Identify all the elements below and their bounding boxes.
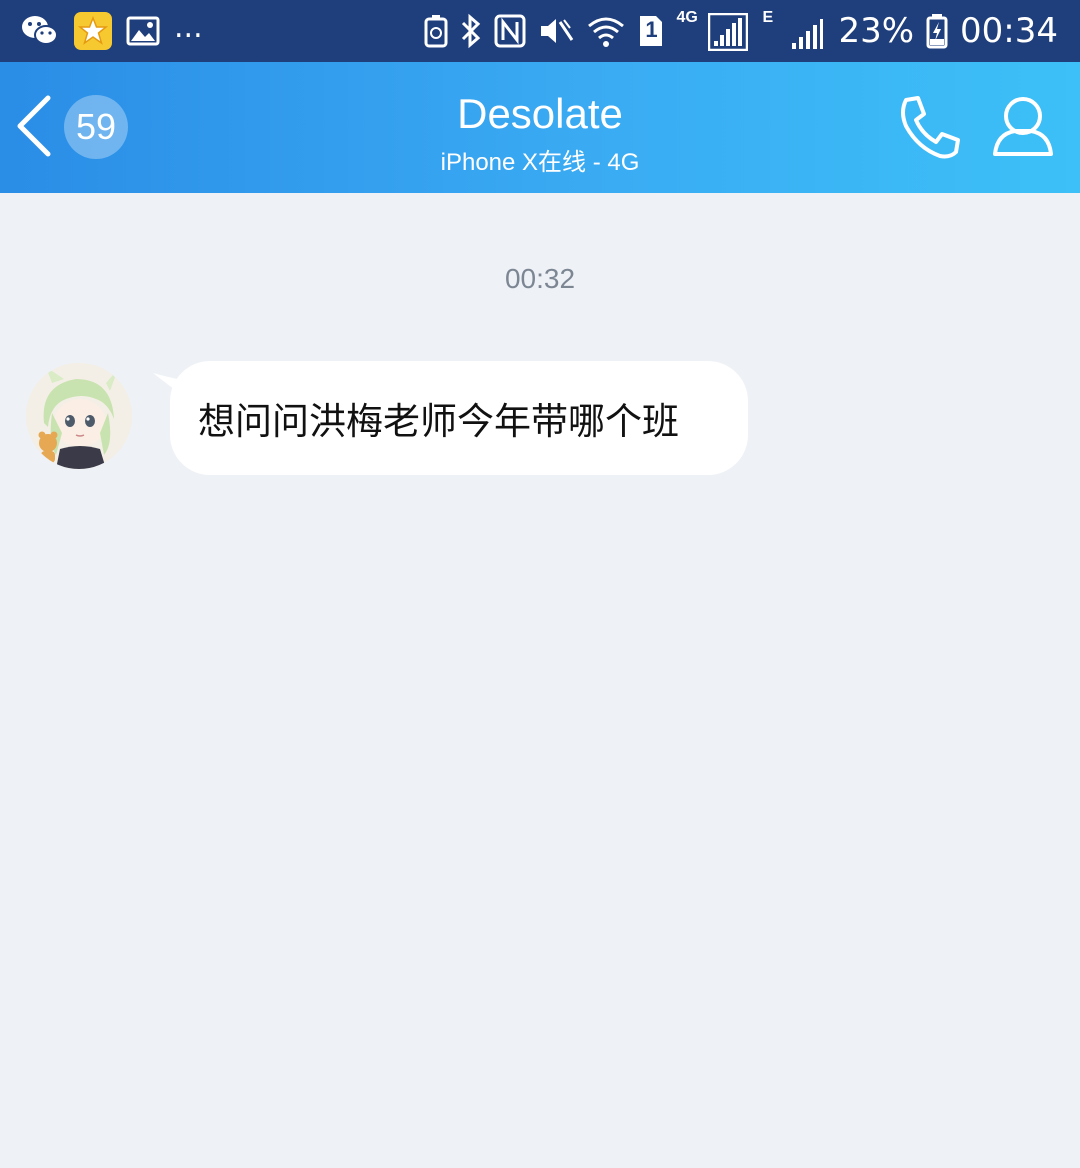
status-bar: ... 1 4G E 23% 00:34 <box>0 0 1080 62</box>
contact-status: iPhone X在线 - 4G <box>440 149 640 176</box>
phone-icon <box>892 96 968 170</box>
clock: 00:34 <box>960 11 1058 51</box>
status-bar-right: 1 4G E 23% 00:34 <box>424 8 1058 54</box>
message-timestamp: 00:32 <box>504 263 576 294</box>
message-text: 想问问洪梅老师今年带哪个班 <box>198 400 679 443</box>
status-bar-left: ... <box>20 10 203 52</box>
unread-count-badge: 59 <box>64 95 128 159</box>
sim-icon: 1 <box>638 14 664 48</box>
battery-charging-icon <box>926 13 948 49</box>
more-notifications-indicator: ... <box>174 9 203 45</box>
anime-girl-avatar[interactable] <box>26 363 132 469</box>
battery-saver-icon <box>424 14 448 48</box>
nfc-icon <box>494 14 526 48</box>
chat-header: 59 Desolate iPhone X在线 - 4G <box>0 62 1080 193</box>
wifi-icon <box>586 14 626 48</box>
person-icon <box>985 97 1061 170</box>
chevron-left-icon <box>14 94 54 162</box>
back-button[interactable]: 59 <box>14 92 144 164</box>
battery-percent: 23% <box>838 11 915 51</box>
4g-signal-icon: 4G <box>676 9 750 53</box>
gallery-icon <box>126 16 160 46</box>
profile-button[interactable] <box>985 90 1061 166</box>
wechat-icon <box>20 13 60 49</box>
contact-name[interactable]: Desolate <box>240 90 840 138</box>
call-button[interactable] <box>892 90 968 166</box>
network-4g-label: 4G <box>676 9 698 26</box>
network-e-label: E <box>762 9 774 26</box>
bluetooth-icon <box>460 13 482 49</box>
message-bubble[interactable]: 想问问洪梅老师今年带哪个班 <box>170 361 748 475</box>
sim-slot-label: 1 <box>645 17 658 42</box>
qzone-app-icon <box>74 12 112 50</box>
e-signal-icon: E <box>762 9 826 53</box>
chat-area[interactable]: 00:32 想问问洪梅老师今年带哪个班 <box>0 193 1080 1168</box>
mute-icon <box>538 14 574 48</box>
